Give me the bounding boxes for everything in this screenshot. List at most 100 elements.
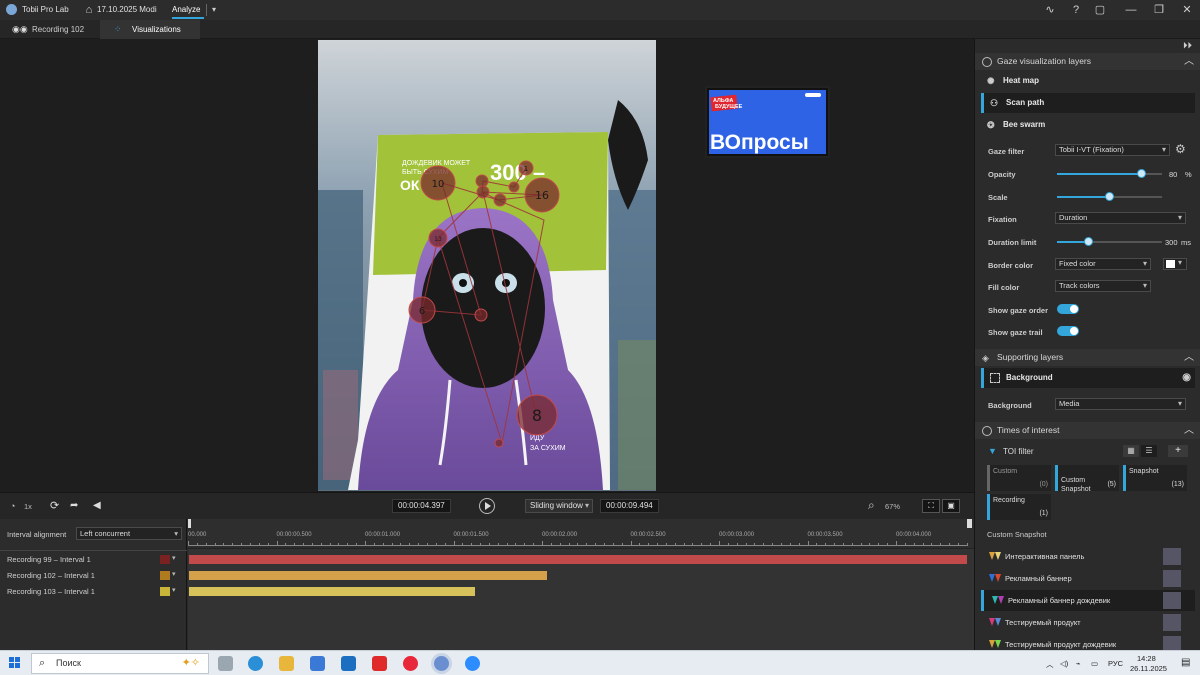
gaze-layers-header[interactable]: Gaze visualization layers ︿ [975,53,1200,70]
store-icon[interactable] [310,656,325,671]
file-explorer-icon[interactable] [279,656,294,671]
gaze-order-8: 8 [532,406,542,425]
fixation-small[interactable] [508,181,520,193]
gaze-filter-select[interactable]: Tobii I-VT (Fixation) [1055,144,1170,156]
border-color-picker[interactable]: ▾ [1163,258,1187,270]
notifications-icon[interactable]: ▤ [1181,657,1190,668]
analyze-menu[interactable]: Analyze [172,5,200,14]
yandex-icon[interactable] [372,656,387,671]
toi-header[interactable]: Times of interest ︿ [975,422,1200,439]
interval-alignment-select[interactable]: Left concurrent ▾ [76,527,182,540]
close-icon[interactable]: ✕ [1180,3,1194,17]
zoom-app-icon[interactable] [465,656,480,671]
activity-icon[interactable]: ∿ [1043,3,1057,17]
scale-slider-knob[interactable] [1105,192,1114,201]
border-color-select[interactable]: Fixed color [1055,258,1151,270]
edge-icon[interactable] [248,656,263,671]
toi-list-item[interactable]: Рекламный баннер дождевик [981,590,1195,611]
fit-icon[interactable]: ▣ [942,499,960,513]
interval-alignment-label: Interval alignment [7,530,67,539]
fixation-small[interactable] [475,174,489,188]
chevron-down-icon[interactable]: ▾ [172,570,176,578]
chevron-down-icon[interactable]: ▾ [172,554,176,562]
gaze-order-6: 6 [419,306,425,317]
tray-network-icon[interactable]: ⌁ [1076,659,1081,668]
fill-color-select[interactable]: Track colors [1055,280,1151,292]
loop-icon[interactable]: ⟳ [50,499,59,512]
windows-start-icon[interactable] [9,657,21,669]
fixation-small[interactable] [476,185,490,199]
list-view-icon[interactable]: ☰ [1141,445,1157,457]
tab-visualizations[interactable]: ⁘ Visualizations [100,20,200,39]
layer-scan-path[interactable]: ⚇ Scan path [981,93,1195,113]
fixation-small[interactable] [474,308,488,322]
recording-interval-bar[interactable] [189,571,547,580]
clock-date[interactable]: 26.11.2025 [1130,664,1167,673]
show-gaze-order-toggle[interactable] [1057,304,1079,314]
duration-limit-knob[interactable] [1084,237,1093,246]
svg-text:ЗА СУХИМ: ЗА СУХИМ [530,445,566,452]
layer-background[interactable]: Background ◉ [981,368,1195,388]
tobii-pro-lab-taskbar-icon[interactable] [434,656,449,671]
recording-color-swatch[interactable] [160,571,170,580]
minimize-icon[interactable]: — [1124,3,1138,17]
background-select[interactable]: Media [1055,398,1186,410]
eye-icon[interactable]: ◉ [1182,368,1191,388]
notes-icon[interactable]: ▢ [1093,3,1107,17]
layer-bee-swarm[interactable]: ❂ Bee swarm [981,115,1195,135]
chevron-down-icon[interactable]: ▾ [207,3,221,17]
yandex-browser-icon[interactable] [403,656,418,671]
folder-icon[interactable]: ⌂ [82,3,96,17]
add-toi-button[interactable]: + [1168,445,1188,457]
toi-list-item[interactable]: Рекламный баннер [981,568,1195,589]
speed-gauge-icon[interactable]: ◔ [10,501,15,511]
layer-label: Bee swarm [1003,120,1046,129]
taskbar-search-box[interactable]: ⌕ Поиск ✦✧ [31,653,209,674]
project-name[interactable]: 17.10.2025 Modi [97,5,157,14]
tray-battery-icon[interactable]: ▭ [1091,659,1098,668]
maximize-icon[interactable]: ❐ [1152,3,1166,17]
fixation-small[interactable] [493,193,507,207]
outlook-icon[interactable] [341,656,356,671]
show-gaze-trail-toggle[interactable] [1057,326,1079,336]
toi-card-recording[interactable]: Recording (1) [987,494,1051,520]
layer-heat-map[interactable]: ✺ Heat map [981,71,1195,91]
toi-card-custom[interactable]: Custom (0) [987,465,1051,491]
toi-color-icon [995,574,1001,582]
recording-color-swatch[interactable] [160,555,170,564]
gear-icon[interactable]: ⚙ [1175,142,1186,156]
recording-color-swatch[interactable] [160,587,170,596]
toi-card-custom-snapshot[interactable]: Custom Snapshot (5) [1055,465,1119,493]
help-icon[interactable]: ? [1069,3,1083,17]
toi-list-item[interactable]: Тестируемый продукт [981,612,1195,633]
clock-time[interactable]: 14:28 [1137,654,1156,663]
recording-interval-bar[interactable] [189,555,967,564]
grid-view-icon[interactable]: ▦ [1123,445,1139,457]
collapse-panel-icon[interactable]: ⏵⏵ [1183,40,1192,51]
playback-speed[interactable]: 1x [24,502,32,511]
zoom-icon[interactable]: ⌕ [868,498,875,513]
opacity-slider-knob[interactable] [1136,169,1146,178]
tab-recording[interactable]: ◉◉ Recording 102 [0,20,100,39]
fixation-small[interactable] [494,438,504,448]
volume-icon[interactable]: ◀ [93,500,101,511]
current-time-field[interactable]: 00:00:04.397 [392,499,451,513]
chevron-down-icon[interactable]: ▾ [172,586,176,594]
tray-volume-icon[interactable]: ◁) [1060,659,1068,668]
layer-label: Scan path [1006,98,1045,107]
supporting-layers-header[interactable]: ◈ Supporting layers ︿ [975,349,1200,366]
fullscreen-icon[interactable]: ⛶ [922,499,940,513]
toi-card-snapshot[interactable]: Snapshot (13) [1123,465,1187,491]
play-button[interactable] [479,498,495,514]
gaze-layers-title: Gaze visualization layers [997,56,1092,66]
toi-list-item[interactable]: Интерактивная панель [981,546,1195,567]
window-length-field[interactable]: 00:00:09.494 [600,499,659,513]
toi-list-item[interactable]: Тестируемый продукт дождевик [981,634,1195,650]
window-mode-select[interactable]: Sliding window ▾ [525,499,593,513]
tray-chevron-icon[interactable]: ︿ [1046,659,1054,670]
forward-icon[interactable]: ➦ [70,500,78,511]
recording-interval-bar[interactable] [189,587,475,596]
fixation-select[interactable]: Duration [1055,212,1186,224]
keyboard-language[interactable]: РУС [1108,659,1123,668]
task-view-icon[interactable] [218,656,233,671]
